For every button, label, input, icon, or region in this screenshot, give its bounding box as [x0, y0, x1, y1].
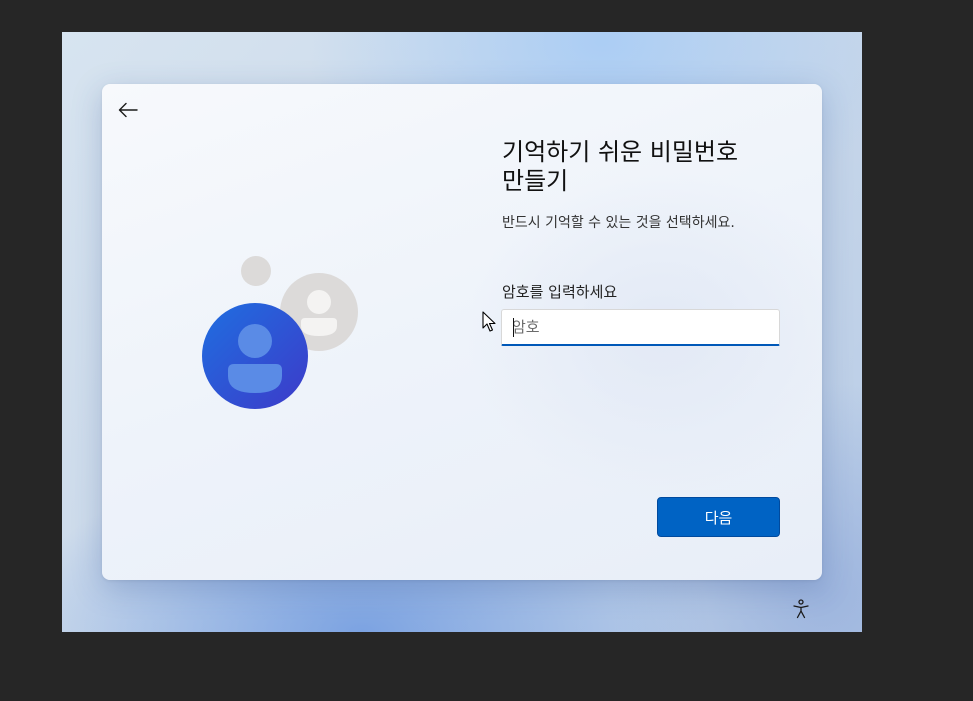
- text-caret: [513, 318, 514, 337]
- mouse-pointer-icon: [482, 311, 496, 332]
- next-button[interactable]: 다음: [657, 497, 780, 537]
- accessibility-button[interactable]: [789, 597, 813, 621]
- oobe-screen: 기억하기 쉬운 비밀번호 만들기 반드시 기억할 수 있는 것을 선택하세요. …: [62, 32, 862, 632]
- password-field-label: 암호를 입력하세요: [502, 283, 618, 301]
- setup-card: 기억하기 쉬운 비밀번호 만들기 반드시 기억할 수 있는 것을 선택하세요. …: [102, 84, 822, 580]
- page-title: 기억하기 쉬운 비밀번호 만들기: [502, 138, 792, 196]
- user-accounts-illustration: [202, 256, 358, 409]
- accessibility-icon: [793, 599, 809, 619]
- page-subtitle: 반드시 기억할 수 있는 것을 선택하세요.: [502, 215, 735, 231]
- back-arrow-icon: [118, 102, 138, 118]
- page-title-line2: 만들기: [502, 167, 569, 195]
- password-input[interactable]: [501, 309, 780, 346]
- back-button[interactable]: [114, 96, 142, 124]
- page-title-line1: 기억하기 쉬운 비밀번호: [502, 138, 739, 166]
